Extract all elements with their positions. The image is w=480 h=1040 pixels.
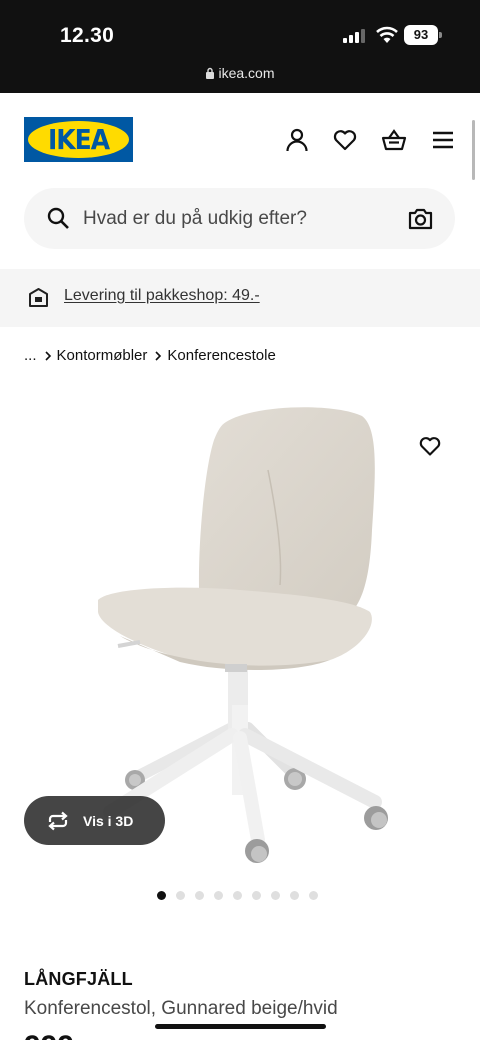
basket-icon[interactable] (381, 127, 407, 153)
favourite-heart-icon[interactable] (418, 434, 442, 458)
chevron-right-icon (44, 350, 51, 361)
product-price: 999 (24, 1030, 74, 1040)
carousel-dots (157, 891, 318, 900)
carousel-dot[interactable] (214, 891, 223, 900)
page-scrollbar[interactable] (472, 120, 475, 180)
logo-oval: IKEA (28, 121, 129, 158)
carousel-dot[interactable] (271, 891, 280, 900)
product-description: Konferencestol, Gunnared beige/hvid (24, 998, 338, 1019)
home-indicator[interactable] (155, 1024, 326, 1029)
wifi-icon (376, 26, 398, 43)
carousel-dot[interactable] (176, 891, 185, 900)
view-in-3d-label: Vis i 3D (83, 812, 134, 829)
camera-search-icon[interactable] (408, 207, 433, 230)
carousel-dot[interactable] (233, 891, 242, 900)
carousel-dot[interactable] (195, 891, 204, 900)
carousel-dot-active[interactable] (157, 891, 166, 900)
delivery-banner[interactable]: Levering til pakkeshop: 49.- (0, 269, 480, 327)
view-in-3d-button[interactable]: Vis i 3D (24, 796, 165, 845)
breadcrumb-item-konferencestole[interactable]: Konferencestole (167, 347, 275, 364)
chevron-right-icon (155, 350, 162, 361)
ikea-logo[interactable]: IKEA (24, 117, 133, 162)
battery-indicator: 93 (404, 25, 442, 45)
carousel-dot[interactable] (290, 891, 299, 900)
breadcrumb-item-kontormobler[interactable]: Kontormøbler (57, 347, 148, 364)
carousel-dot[interactable] (252, 891, 261, 900)
menu-icon[interactable] (430, 127, 456, 153)
search-bar[interactable] (24, 188, 455, 249)
user-icon[interactable] (284, 127, 310, 153)
search-input[interactable] (83, 188, 383, 249)
clock: 12.30 (60, 24, 115, 47)
status-bar: 12.30 93 ikea.com (0, 0, 480, 93)
address-bar[interactable]: ikea.com (0, 65, 480, 81)
cellular-signal-icon (343, 29, 365, 43)
parcel-shop-icon (29, 288, 48, 307)
breadcrumb: ... Kontormøbler Konferencestole (24, 347, 276, 364)
logo-text: IKEA (47, 123, 110, 156)
search-icon (47, 207, 69, 229)
heart-icon[interactable] (332, 127, 358, 153)
breadcrumb-ellipsis[interactable]: ... (24, 347, 37, 364)
carousel-dot[interactable] (309, 891, 318, 900)
rotate-3d-icon (48, 811, 68, 830)
url-text: ikea.com (218, 65, 275, 81)
delivery-link[interactable]: Levering til pakkeshop: 49.- (64, 287, 260, 305)
lock-icon (206, 67, 215, 79)
product-name: LÅNGFJÄLL (24, 969, 133, 989)
